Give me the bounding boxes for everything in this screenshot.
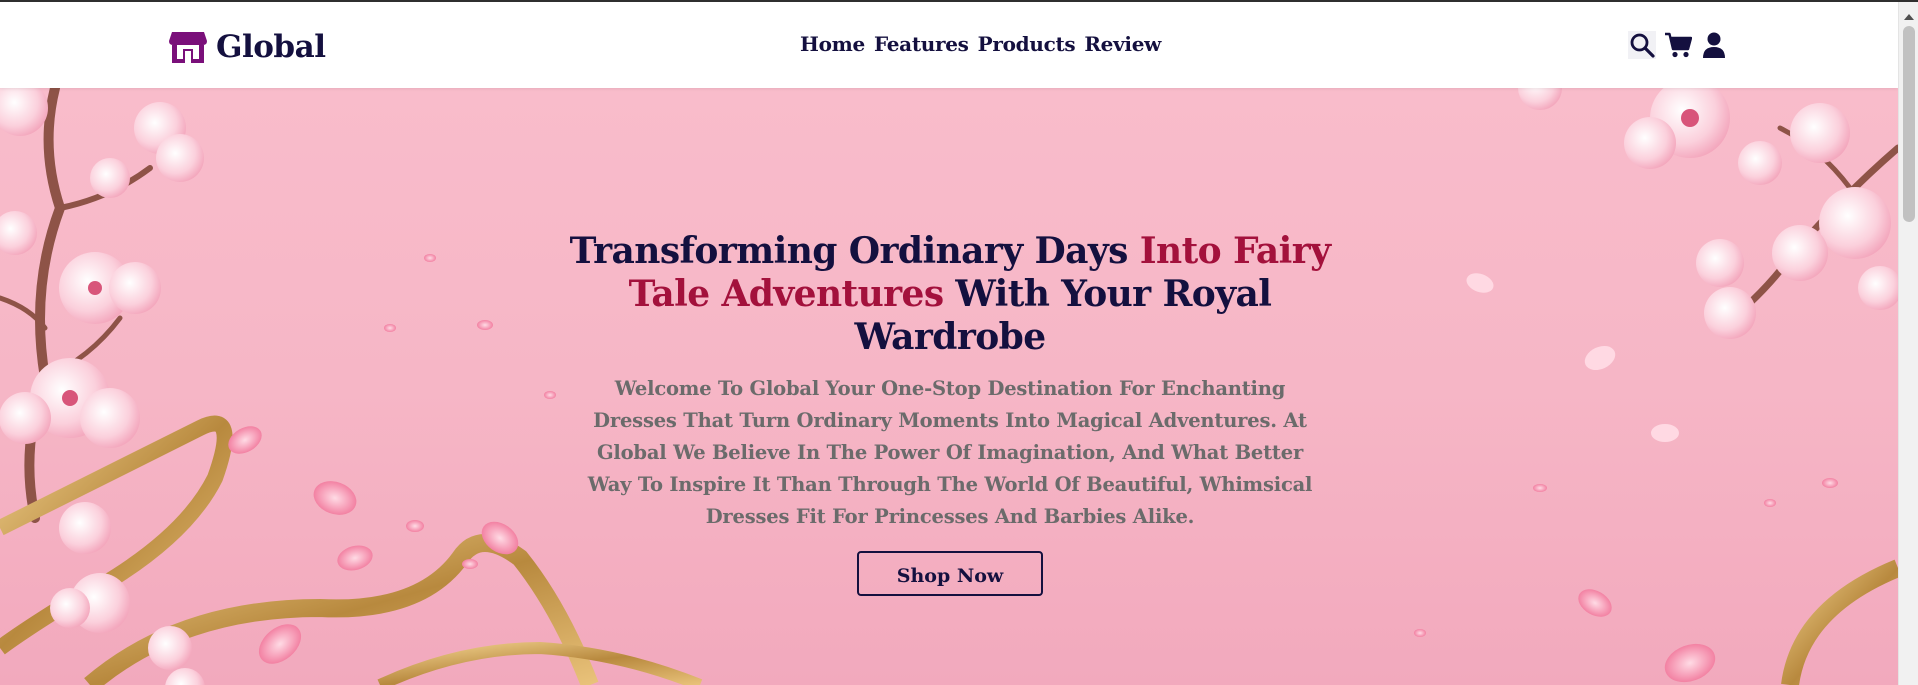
site-header: Global Home Features Products Review [0, 2, 1898, 88]
nav-home[interactable]: Home [800, 32, 865, 56]
scroll-thumb[interactable] [1903, 26, 1915, 222]
vertical-scrollbar[interactable] [1898, 2, 1918, 685]
hero-description: Welcome To Global Your One-Stop Destinat… [587, 377, 1313, 528]
page: Global Home Features Products Review Tra… [0, 2, 1898, 685]
scroll-up-arrow-icon[interactable] [1904, 14, 1914, 20]
store-icon [169, 32, 207, 63]
main-nav: Home Features Products Review [800, 32, 1161, 56]
search-icon[interactable] [1628, 31, 1656, 59]
hero-headline: Transforming Ordinary Days Into Fairy Ta… [540, 230, 1360, 359]
nav-review[interactable]: Review [1084, 32, 1161, 56]
brand-name: Global [216, 29, 326, 65]
hero-content: Transforming Ordinary Days Into Fairy Ta… [540, 230, 1360, 596]
headline-part-1: Transforming Ordinary Days [569, 230, 1140, 272]
brand-logo[interactable]: Global [168, 27, 326, 67]
header-icons [1628, 31, 1728, 59]
user-icon[interactable] [1700, 31, 1728, 59]
nav-products[interactable]: Products [978, 32, 1076, 56]
shop-now-button[interactable]: Shop Now [857, 551, 1043, 596]
hero-section: Transforming Ordinary Days Into Fairy Ta… [0, 88, 1898, 685]
cart-icon[interactable] [1664, 31, 1692, 59]
nav-features[interactable]: Features [874, 32, 969, 56]
